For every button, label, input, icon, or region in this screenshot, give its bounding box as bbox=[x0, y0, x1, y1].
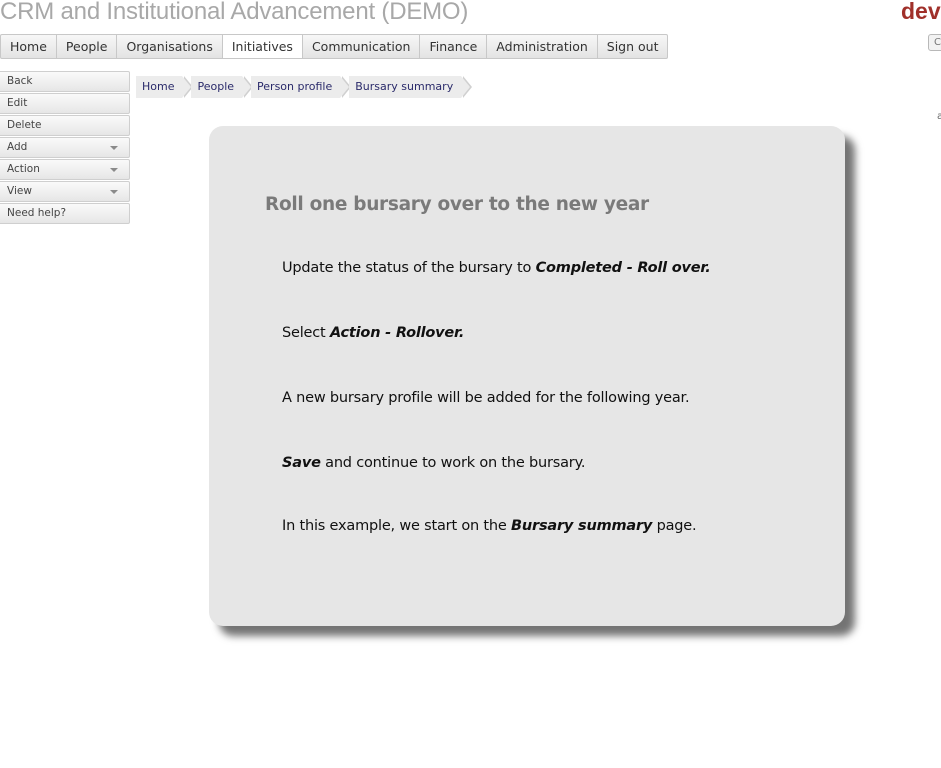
delete-label: Delete bbox=[7, 119, 42, 131]
back-button[interactable]: Back bbox=[0, 71, 130, 92]
main-nav: Home People Organisations Initiatives Co… bbox=[0, 34, 669, 59]
nav-tab-communication[interactable]: Communication bbox=[303, 35, 421, 58]
step-5-text-post: page. bbox=[652, 518, 697, 534]
nav-tab-organisations[interactable]: Organisations bbox=[117, 35, 223, 58]
nav-tab-initiatives[interactable]: Initiatives bbox=[222, 35, 303, 58]
nav-tab-home[interactable]: Home bbox=[1, 35, 57, 58]
help-step-2: Select Action - Rollover. bbox=[282, 325, 464, 341]
view-menu-button[interactable]: View bbox=[0, 181, 130, 202]
nav-tab-people[interactable]: People bbox=[57, 35, 118, 58]
view-label: View bbox=[7, 185, 32, 197]
help-card: Roll one bursary over to the new year Up… bbox=[209, 126, 845, 626]
breadcrumb: Home People Person profile Bursary summa… bbox=[136, 76, 473, 98]
step-1-emphasis: Completed - Roll over. bbox=[535, 260, 711, 276]
action-label: Action bbox=[7, 163, 40, 175]
back-label: Back bbox=[7, 75, 33, 87]
chevron-down-icon bbox=[110, 168, 118, 172]
step-2-emphasis: Action - Rollover. bbox=[329, 325, 465, 341]
nav-tab-sign-out[interactable]: Sign out bbox=[598, 35, 668, 58]
need-help-button[interactable]: Need help? bbox=[0, 203, 130, 224]
top-right-button[interactable]: C bbox=[928, 34, 941, 51]
step-3-text: A new bursary profile will be added for … bbox=[282, 390, 690, 406]
step-5-text-pre: In this example, we start on the bbox=[282, 518, 512, 534]
help-step-5: In this example, we start on the Bursary… bbox=[282, 518, 697, 534]
step-2-text: Select bbox=[282, 325, 330, 341]
breadcrumb-people[interactable]: People bbox=[191, 76, 253, 98]
side-menu: Back Edit Delete Add Action View Need he… bbox=[0, 71, 130, 225]
action-menu-button[interactable]: Action bbox=[0, 159, 130, 180]
delete-button[interactable]: Delete bbox=[0, 115, 130, 136]
edit-label: Edit bbox=[7, 97, 28, 109]
top-right-text: a bbox=[937, 111, 941, 122]
nav-tab-administration[interactable]: Administration bbox=[487, 35, 598, 58]
step-5-emphasis: Bursary summary bbox=[511, 518, 653, 534]
breadcrumb-bursary-summary[interactable]: Bursary summary bbox=[349, 76, 473, 98]
step-4-emphasis: Save bbox=[282, 455, 321, 471]
nav-tab-finance[interactable]: Finance bbox=[420, 35, 488, 58]
step-1-text: Update the status of the bursary to bbox=[282, 260, 536, 276]
edit-button[interactable]: Edit bbox=[0, 93, 130, 114]
breadcrumb-home[interactable]: Home bbox=[136, 76, 195, 98]
chevron-down-icon bbox=[110, 190, 118, 194]
add-label: Add bbox=[7, 141, 28, 153]
breadcrumb-person-profile[interactable]: Person profile bbox=[251, 76, 352, 98]
chevron-down-icon bbox=[110, 146, 118, 150]
help-step-3: A new bursary profile will be added for … bbox=[282, 390, 690, 406]
add-menu-button[interactable]: Add bbox=[0, 137, 130, 158]
need-help-label: Need help? bbox=[7, 207, 67, 219]
help-step-1: Update the status of the bursary to Comp… bbox=[282, 260, 711, 276]
help-card-title: Roll one bursary over to the new year bbox=[265, 194, 649, 215]
app-title: CRM and Institutional Advancement (DEMO) bbox=[0, 0, 469, 25]
brand-logo: dev bbox=[901, 0, 941, 24]
step-4-text: and continue to work on the bursary. bbox=[320, 455, 586, 471]
help-step-4: Save and continue to work on the bursary… bbox=[282, 455, 585, 471]
